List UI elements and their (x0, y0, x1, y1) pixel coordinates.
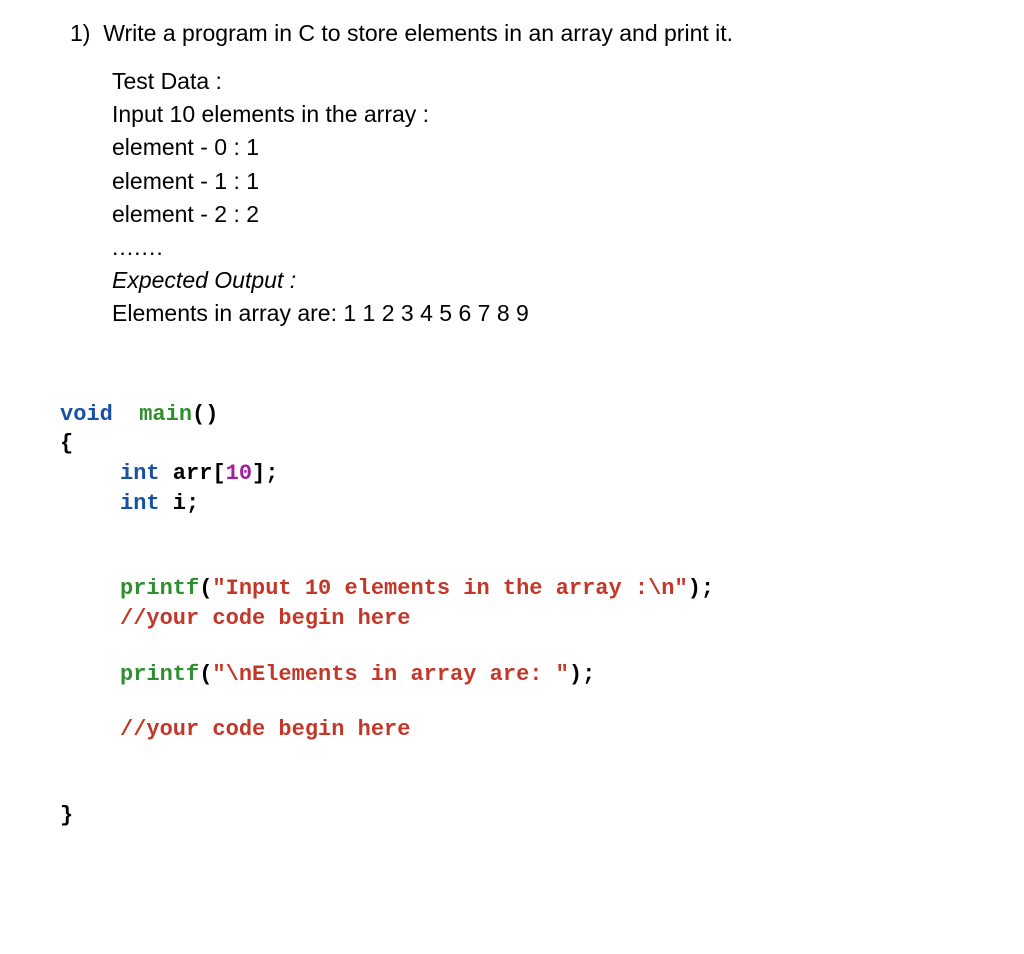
question-number: 1) (70, 20, 90, 46)
close-paren: ) (205, 402, 218, 427)
string-1: "Input 10 elements in the array :\n" (212, 576, 687, 601)
fn-printf-2: printf (120, 662, 199, 687)
question-text: Write a program in C to store elements i… (103, 20, 733, 46)
printf-1: printf("Input 10 elements in the array :… (60, 574, 964, 604)
arr-decl: int arr[10]; (60, 459, 964, 489)
code-line-main: void main() (60, 400, 964, 430)
ellipsis: ....... (112, 231, 964, 263)
keyword-int-2: int (120, 491, 160, 516)
arr-size: 10 (226, 461, 252, 486)
expected-output-label: Expected Output : (112, 264, 964, 296)
element-2: element - 2 : 2 (112, 198, 964, 230)
comment-2: //your code begin here (60, 715, 964, 745)
input-line: Input 10 elements in the array : (112, 98, 964, 130)
test-data-header: Test Data : (112, 65, 964, 97)
element-1: element - 1 : 1 (112, 165, 964, 197)
question-line: 1) Write a program in C to store element… (70, 20, 964, 47)
open-paren: ( (192, 402, 205, 427)
element-0: element - 0 : 1 (112, 131, 964, 163)
expected-output-value: Elements in array are: 1 1 2 3 4 5 6 7 8… (112, 297, 964, 329)
comment-1: //your code begin here (60, 604, 964, 634)
i-decl: int i; (60, 489, 964, 519)
close-brace: } (60, 801, 964, 831)
keyword-int: int (120, 461, 160, 486)
test-data-block: Test Data : Input 10 elements in the arr… (112, 65, 964, 330)
fn-printf-1: printf (120, 576, 199, 601)
keyword-void: void (60, 402, 113, 427)
printf-2: printf("\nElements in array are: "); (60, 660, 964, 690)
fn-main: main (139, 402, 192, 427)
code-block: void main() { int arr[10]; int i; printf… (60, 400, 964, 831)
open-brace: { (60, 429, 964, 459)
string-2: "\nElements in array are: " (212, 662, 568, 687)
